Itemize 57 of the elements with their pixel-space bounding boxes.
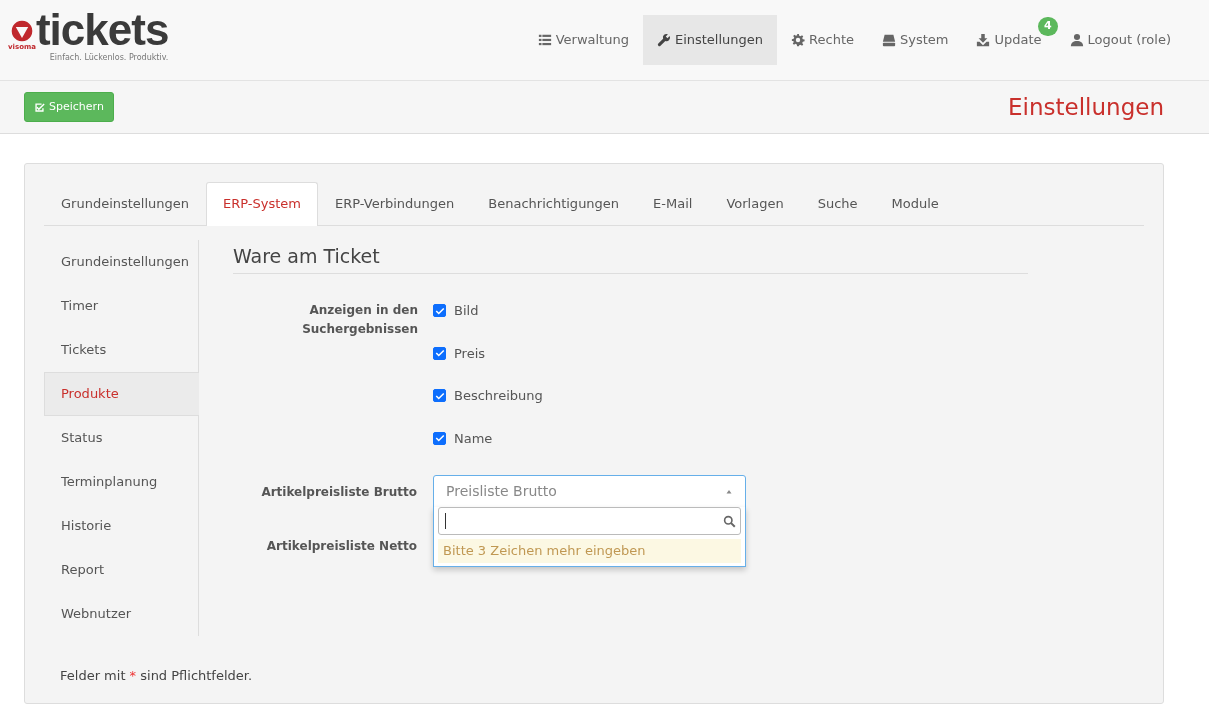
option-label: Bild [454, 302, 479, 320]
nav-link[interactable]: System [868, 15, 963, 65]
download-icon [976, 33, 991, 47]
tab[interactable]: ERP-Verbindungen [318, 182, 472, 225]
wrench-icon [656, 33, 671, 47]
checkbox[interactable] [433, 346, 446, 360]
sidebar-item[interactable]: Terminplanung [44, 459, 198, 504]
check-icon [434, 433, 445, 444]
sidebar-item[interactable]: Grundeinstellungen [44, 239, 198, 284]
tab[interactable]: Suche [800, 182, 875, 225]
sidebar-item[interactable]: Historie [44, 503, 198, 548]
option-label: Preis [454, 344, 486, 363]
sidebar-item[interactable]: Webnutzer [44, 591, 198, 636]
checkbox[interactable] [433, 304, 446, 318]
tab[interactable]: Benachrichtigungen [471, 182, 637, 225]
tab[interactable]: Module [874, 182, 956, 225]
field-label: Artikelpreisliste Netto [265, 537, 418, 555]
nav-link[interactable]: Rechte [777, 15, 868, 65]
list-icon [537, 33, 552, 47]
count-badge: 4 [1037, 17, 1058, 36]
option-label: Beschreibung [454, 387, 543, 405]
gear-icon [791, 33, 806, 47]
hard-drive-icon [882, 33, 896, 47]
tab[interactable]: Vorlagen [709, 182, 801, 225]
tab[interactable]: ERP-System [206, 182, 319, 226]
nav-link[interactable]: Logout (role) [1055, 15, 1185, 65]
checkbox[interactable] [433, 389, 446, 403]
field-label: Anzeigen in den Suchergebnissen [301, 302, 419, 338]
tab[interactable]: E-Mail [636, 182, 710, 225]
select-field[interactable]: Preisliste Brutto [433, 475, 746, 508]
footnote: Felder mit * sind Pflichtfelder. [60, 666, 254, 685]
nav-link[interactable]: Update 4 [962, 15, 1056, 65]
hint-message: Bitte 3 Zeichen mehr eingeben [438, 539, 741, 563]
user-icon [1069, 33, 1084, 47]
check-icon [434, 348, 445, 359]
sidebar-item[interactable]: Tickets [44, 327, 198, 372]
nav-link[interactable]: Verwaltung [523, 15, 643, 65]
nav-link[interactable]: Einstellungen [642, 15, 778, 65]
check-icon [434, 390, 445, 401]
option-label: Name [454, 429, 493, 448]
sidebar-item[interactable]: Produkte [44, 371, 199, 416]
page-title: Einstellungen [1008, 92, 1164, 122]
sidebar-item[interactable]: Report [44, 547, 198, 592]
search-field[interactable] [438, 507, 741, 535]
section-title: Ware am Ticket [233, 241, 1028, 274]
logo-tagline: Einfach. Lückenlos. Produktiv. [49, 52, 169, 64]
checkbox-check-icon [34, 101, 45, 113]
sidebar-item[interactable]: Status [44, 415, 198, 460]
logo-wordmark: tickets [35, 8, 169, 52]
field-label: Artikelpreisliste Brutto [260, 483, 418, 501]
tab[interactable]: Grundeinstellungen [44, 182, 207, 225]
text-cursor [445, 513, 446, 529]
check-icon [434, 305, 445, 316]
checkbox[interactable] [433, 431, 446, 445]
logo-mark-icon [11, 19, 33, 42]
search-icon [723, 514, 736, 528]
sidebar-item[interactable]: Timer [44, 283, 198, 328]
